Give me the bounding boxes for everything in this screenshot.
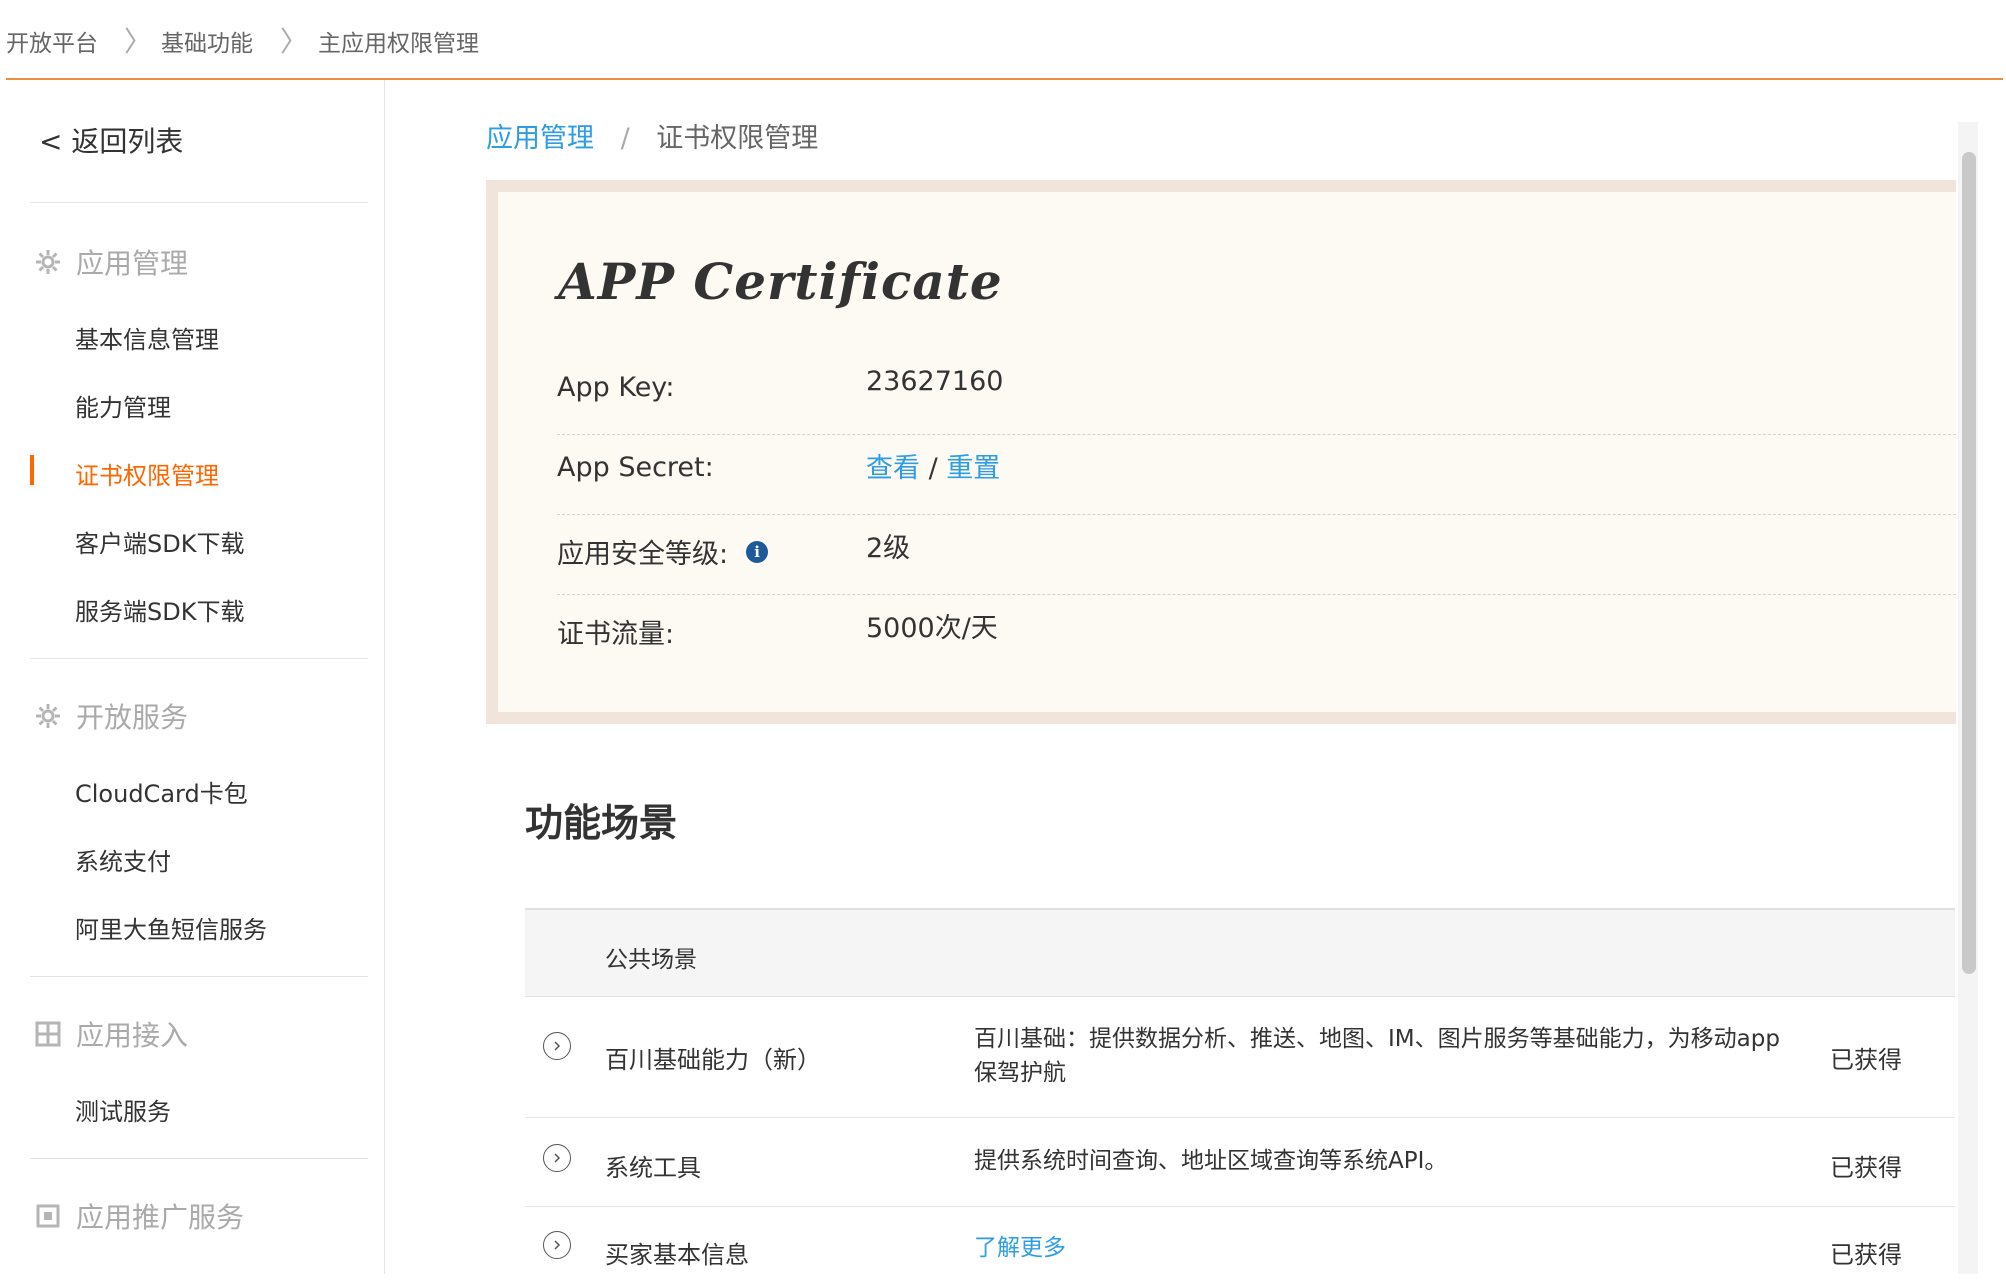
scene-name: 买家基本信息 <box>605 1241 749 1269</box>
sidebar-divider <box>30 976 368 977</box>
security-level-value: 2级 <box>866 533 911 564</box>
sidebar-section-app-access[interactable]: 应用接入 <box>32 1014 188 1054</box>
app-secret-label: App Secret: <box>557 452 714 483</box>
scene-name: 百川基础能力（新） <box>605 1046 821 1074</box>
sidebar-item-client-sdk[interactable]: 客户端SDK下载 <box>75 524 244 559</box>
table-row[interactable]: 买家基本信息 了解更多 已获得 <box>525 1207 1955 1287</box>
breadcrumb-open-platform[interactable]: 开放平台 <box>6 24 98 58</box>
info-icon[interactable]: i <box>746 540 769 563</box>
gear-icon <box>32 700 64 732</box>
active-indicator <box>30 455 34 485</box>
cert-row-traffic: 证书流量: 5000次/天 <box>557 596 1956 674</box>
secret-separator: / <box>928 453 938 484</box>
sidebar-section-label: 应用推广服务 <box>76 1201 245 1234</box>
certificate-title: APP Certificate <box>558 252 1003 311</box>
cert-row-security-level: 应用安全等级: i 2级 <box>557 516 1956 595</box>
sidebar-item-cert-permission[interactable]: 证书权限管理 <box>75 456 219 491</box>
sidebar-divider <box>30 658 368 659</box>
sidebar-item-basic-info[interactable]: 基本信息管理 <box>75 320 219 355</box>
cert-traffic-label: 证书流量: <box>557 619 675 650</box>
sidebar-divider <box>30 1158 368 1159</box>
scene-name: 系统工具 <box>605 1154 701 1182</box>
sidebar-section-open-services[interactable]: 开放服务 <box>32 696 188 736</box>
view-secret-link[interactable]: 查看 <box>866 453 920 484</box>
scene-status: 已获得 <box>1830 1046 1902 1074</box>
app-key-value: 23627160 <box>866 366 1004 397</box>
breadcrumb-separator: / <box>620 123 630 154</box>
sidebar-item-system-pay[interactable]: 系统支付 <box>75 842 171 877</box>
table-header-public-scenes: 公共场景 <box>605 947 697 973</box>
learn-more-link[interactable]: 了解更多 <box>974 1231 1794 1265</box>
chevron-right-icon: 〉 <box>124 25 153 58</box>
sidebar: < 返回列表 应用管理 基本信息管理 能力管理 证书权限管理 客户端SDK下载 … <box>6 80 385 1274</box>
app-secret-actions: 查看 / 重置 <box>866 446 1000 485</box>
sidebar-item-capability[interactable]: 能力管理 <box>75 388 171 423</box>
sidebar-item-cloudcard[interactable]: CloudCard卡包 <box>75 774 248 809</box>
sidebar-section-app-promotion[interactable]: 应用推广服务 <box>32 1196 244 1236</box>
sidebar-section-label: 开放服务 <box>76 701 189 734</box>
scene-description: 百川基础：提供数据分析、推送、地图、IM、图片服务等基础能力，为移动app保驾护… <box>974 1026 1780 1086</box>
security-level-label-wrap: 应用安全等级: i <box>557 532 769 571</box>
expand-chevron-icon[interactable] <box>543 1144 571 1172</box>
breadcrumb-current: 主应用权限管理 <box>318 31 479 57</box>
main-breadcrumb: 应用管理 / 证书权限管理 <box>486 116 818 155</box>
cert-row-app-key: App Key: 23627160 <box>557 356 1956 435</box>
breadcrumb-current: 证书权限管理 <box>656 123 819 154</box>
app-certificate-card: APP Certificate App Key: 23627160 App Se… <box>486 180 1956 724</box>
scrollbar-thumb[interactable] <box>1962 152 1976 974</box>
cert-traffic-value: 5000次/天 <box>866 613 998 644</box>
sidebar-item-test-service[interactable]: 测试服务 <box>75 1092 171 1127</box>
sidebar-section-label: 应用接入 <box>76 1019 189 1052</box>
sidebar-divider <box>30 202 368 203</box>
security-level-label: 应用安全等级: <box>557 539 729 570</box>
scene-status: 已获得 <box>1830 1241 1902 1269</box>
certificate-body: APP Certificate App Key: 23627160 App Se… <box>498 192 1956 712</box>
scene-status: 已获得 <box>1830 1154 1902 1182</box>
breadcrumb-app-management-link[interactable]: 应用管理 <box>486 123 594 154</box>
expand-chevron-icon[interactable] <box>543 1032 571 1060</box>
grid-icon <box>32 1018 64 1050</box>
sidebar-section-app-management[interactable]: 应用管理 <box>32 242 188 282</box>
gear-icon <box>32 246 64 278</box>
feature-scenes-title: 功能场景 <box>525 801 678 845</box>
sidebar-section-label: 应用管理 <box>76 247 189 280</box>
square-icon <box>32 1200 64 1232</box>
app-key-label: App Key: <box>557 372 675 403</box>
breadcrumb-basic-functions[interactable]: 基础功能 <box>161 24 253 58</box>
table-header: 公共场景 <box>525 908 1955 997</box>
top-breadcrumb: 开放平台 〉 基础功能 〉 主应用权限管理 <box>0 0 2006 80</box>
expand-chevron-icon[interactable] <box>543 1231 571 1259</box>
scene-description: 提供系统时间查询、地址区域查询等系统API。 <box>974 1148 1448 1174</box>
reset-secret-link[interactable]: 重置 <box>946 453 1000 484</box>
sidebar-item-server-sdk[interactable]: 服务端SDK下载 <box>75 592 244 627</box>
sidebar-item-sms-service[interactable]: 阿里大鱼短信服务 <box>75 910 267 945</box>
chevron-right-icon: 〉 <box>280 25 309 58</box>
back-to-list-link[interactable]: < 返回列表 <box>39 120 183 160</box>
table-row[interactable]: 百川基础能力（新） 百川基础：提供数据分析、推送、地图、IM、图片服务等基础能力… <box>525 996 1955 1118</box>
table-row[interactable]: 系统工具 提供系统时间查询、地址区域查询等系统API。 已获得 <box>525 1118 1955 1207</box>
cert-row-app-secret: App Secret: 查看 / 重置 <box>557 436 1956 515</box>
